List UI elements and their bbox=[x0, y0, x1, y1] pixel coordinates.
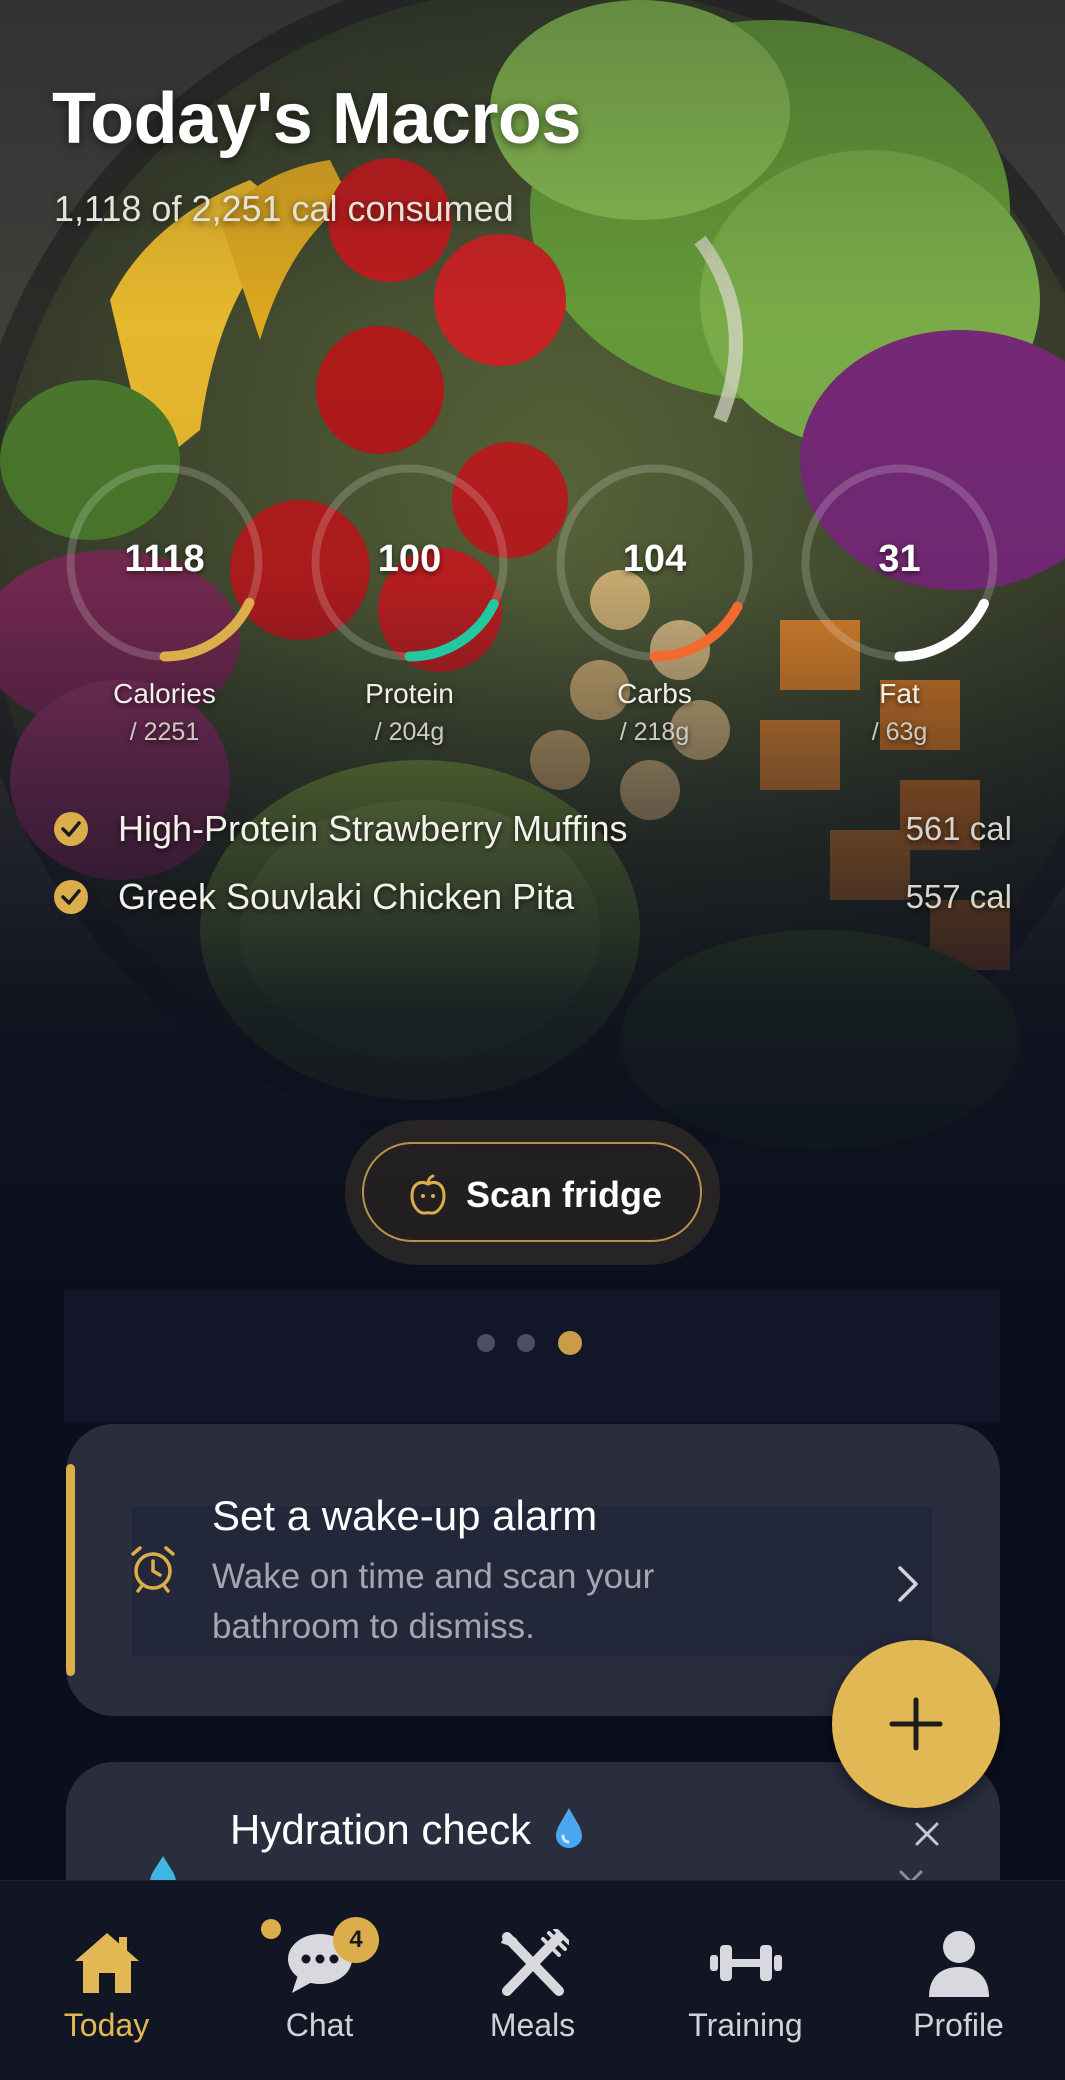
macro-value: 31 bbox=[878, 538, 921, 580]
page-title: Today's Macros bbox=[52, 79, 581, 159]
dismiss-card-icon[interactable] bbox=[913, 1820, 941, 1853]
protein-progress-arc bbox=[404, 599, 499, 662]
macro-value: 104 bbox=[622, 538, 687, 580]
add-fab-button[interactable] bbox=[832, 1640, 1000, 1808]
chevron-right-icon[interactable] bbox=[896, 1564, 920, 1609]
macro-label: Protein bbox=[365, 678, 454, 709]
macro-goal: / 218g bbox=[619, 718, 690, 746]
apple-icon bbox=[408, 1174, 448, 1221]
card-accent-bar bbox=[66, 1464, 75, 1676]
meal-item[interactable]: Greek Souvlaki Chicken Pita 557 cal bbox=[52, 870, 1012, 926]
nav-item-meals[interactable]: Meals bbox=[426, 1881, 639, 2080]
nav-item-training[interactable]: Training bbox=[639, 1881, 852, 2080]
macro-label: Carbs bbox=[617, 678, 692, 709]
card-description: Wake on time and scan your bathroom to d… bbox=[212, 1557, 655, 1646]
nav-item-chat[interactable]: 4 Chat bbox=[213, 1881, 426, 2080]
alarm-clock-icon bbox=[128, 1544, 178, 1599]
macro-ring-calories[interactable]: 1118 Calories / 2251 bbox=[62, 460, 267, 760]
plus-icon bbox=[889, 1697, 943, 1751]
carousel-dot-active[interactable] bbox=[558, 1331, 582, 1355]
nav-label: Meals bbox=[489, 2007, 576, 2043]
macro-ring-protein[interactable]: 100 Protein / 204g bbox=[307, 460, 512, 760]
card-title: Set a wake-up alarm bbox=[212, 1492, 598, 1539]
nav-item-today[interactable]: Today bbox=[0, 1881, 213, 2080]
chat-icon bbox=[213, 1929, 426, 2009]
macro-ring-carbs[interactable]: 104 Carbs / 218g bbox=[552, 460, 757, 760]
chat-unread-badge: 4 bbox=[333, 1917, 379, 1963]
macro-label: Calories bbox=[113, 678, 216, 709]
meal-item[interactable]: High-Protein Strawberry Muffins 561 cal bbox=[52, 802, 1012, 858]
carbs-progress-arc bbox=[649, 601, 743, 662]
card-title: Hydration check bbox=[230, 1806, 532, 1853]
nav-label: Profile bbox=[913, 2007, 1004, 2043]
nav-item-profile[interactable]: Profile bbox=[852, 1881, 1065, 2080]
macro-goal: / 2251 bbox=[129, 718, 200, 746]
carousel-dot[interactable] bbox=[517, 1334, 535, 1352]
home-icon bbox=[0, 1929, 213, 2009]
calories-progress-arc bbox=[159, 597, 255, 662]
fork-knife-icon bbox=[426, 1929, 639, 2009]
macro-value: 1118 bbox=[124, 538, 205, 580]
calories-summary: 1,118 of 2,251 cal consumed bbox=[54, 188, 514, 229]
macro-label: Fat bbox=[879, 678, 920, 709]
meal-name: High-Protein Strawberry Muffins bbox=[118, 808, 628, 849]
macro-ring-fat[interactable]: 31 Fat / 63g bbox=[797, 460, 1002, 760]
scan-fridge-button[interactable]: Scan fridge bbox=[362, 1142, 702, 1242]
macro-goal: / 63g bbox=[871, 718, 928, 746]
meal-calories: 561 cal bbox=[905, 810, 1012, 847]
dumbbell-icon bbox=[639, 1929, 852, 2009]
droplet-emoji-icon bbox=[552, 1806, 586, 1855]
check-icon bbox=[54, 812, 88, 846]
carousel-pagination bbox=[64, 1290, 1000, 1422]
fat-progress-arc bbox=[894, 598, 989, 662]
macro-goal: / 204g bbox=[374, 718, 445, 746]
macro-value: 100 bbox=[377, 538, 442, 580]
nav-label: Today bbox=[63, 2007, 150, 2043]
nav-label: Training bbox=[688, 2007, 803, 2043]
check-icon bbox=[54, 880, 88, 914]
hero-banner: Today's Macros 1,118 of 2,251 cal consum… bbox=[0, 0, 1065, 1290]
nav-label: Chat bbox=[285, 2007, 354, 2043]
person-icon bbox=[852, 1929, 1065, 2009]
scan-fridge-label: Scan fridge bbox=[466, 1174, 663, 1215]
carousel-dot[interactable] bbox=[477, 1334, 495, 1352]
bottom-navigation: Today 4 Chat Meals Training Profile bbox=[0, 1880, 1065, 2080]
meal-calories: 557 cal bbox=[905, 878, 1012, 915]
meal-name: Greek Souvlaki Chicken Pita bbox=[118, 876, 575, 917]
